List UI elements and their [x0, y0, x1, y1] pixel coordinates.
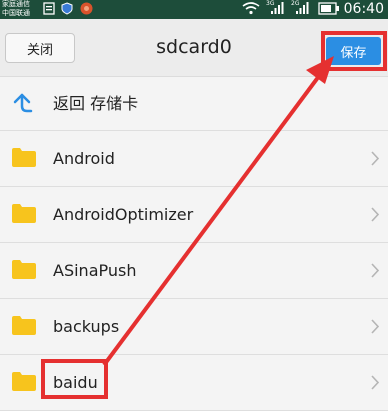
shield-icon — [61, 2, 73, 15]
list-item[interactable]: Android — [0, 131, 388, 187]
list-item-label: AndroidOptimizer — [53, 205, 194, 224]
carrier-2: 中国联通 — [2, 9, 30, 17]
list-item[interactable]: ASinaPush — [0, 243, 388, 299]
notification-icon — [43, 2, 55, 15]
header-bar: sdcard0 关闭 保存 — [0, 19, 388, 77]
signal-icon-2 — [296, 2, 309, 14]
list-item-label: Android — [53, 149, 115, 168]
back-label: 返回 存储卡 — [53, 94, 139, 113]
signal-icon-1 — [271, 2, 284, 14]
folder-icon — [12, 204, 36, 223]
chevron-right-icon — [371, 319, 380, 334]
list-item[interactable]: backups — [0, 299, 388, 355]
battery-icon — [318, 2, 339, 15]
folder-icon — [12, 148, 36, 167]
save-button[interactable]: 保存 — [326, 37, 381, 65]
baidu-highlight-box — [41, 359, 108, 399]
chevron-right-icon — [371, 263, 380, 278]
wifi-icon — [242, 2, 260, 15]
list-item-label: ASinaPush — [53, 261, 137, 280]
list-item-label: backups — [53, 317, 120, 336]
folder-icon — [12, 316, 36, 335]
folder-icon — [12, 260, 36, 279]
chevron-right-icon — [371, 151, 380, 166]
back-to-storage-row[interactable]: 返回 存储卡 — [0, 77, 388, 131]
folder-icon — [12, 372, 36, 391]
close-button[interactable]: 关闭 — [5, 33, 75, 63]
chevron-right-icon — [371, 207, 380, 222]
chevron-right-icon — [371, 375, 380, 390]
status-bar: 家庭通信 中国联通 3G 2G 06:40 — [0, 0, 388, 19]
list-item[interactable]: AndroidOptimizer — [0, 187, 388, 243]
carrier-info: 家庭通信 中国联通 — [2, 0, 30, 18]
up-arrow-icon — [13, 93, 33, 113]
carrier-1: 家庭通信 — [2, 0, 30, 8]
app-notification-icon — [80, 2, 93, 15]
clock: 06:40 — [343, 1, 384, 17]
